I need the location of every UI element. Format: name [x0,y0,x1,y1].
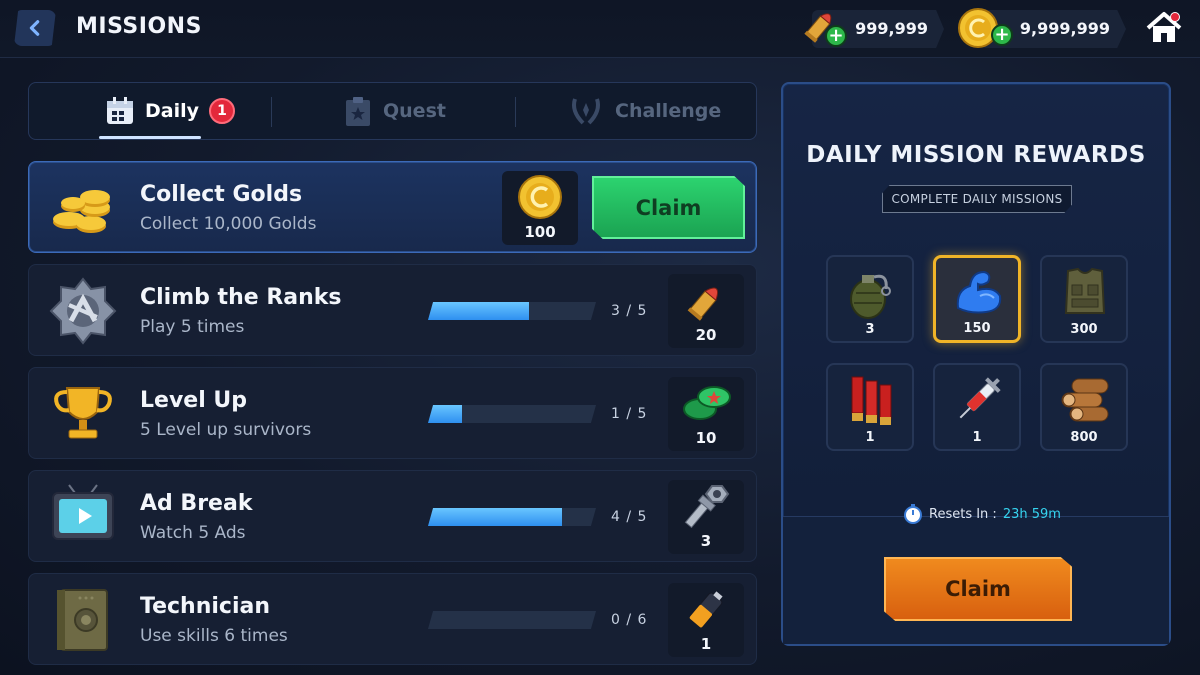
bullet-icon [687,287,719,321]
trophy-icon [54,387,112,439]
tv-icon [52,484,114,540]
muscle-arm-icon [956,270,1002,314]
reward-quantity: 800 [1070,430,1098,445]
reward-quantity: 3 [865,322,875,337]
mission-title: Ad Break [140,491,253,516]
tab-daily-badge: 1 [209,98,236,124]
panel-subtitle: COMPLETE DAILY MISSIONS [882,185,1072,213]
back-button[interactable] [14,10,56,46]
shotgun-shells-icon [851,376,892,425]
mission-reward: 3 [668,480,744,554]
add-ammo-button[interactable]: + [825,25,847,47]
rank-badge-icon [49,277,117,345]
reward-quantity: 1 [865,430,875,445]
reset-timer: Resets In : 23h 59m [903,504,1061,524]
mission-row-climb-ranks: Climb the Ranks Play 5 times 3 / 5 20 [28,264,757,356]
reward-quantity: 100 [524,223,556,241]
chevron-left-icon [29,20,40,36]
home-button[interactable] [1144,10,1184,46]
mission-description: 5 Level up survivors [140,420,312,440]
tab-daily-label: Daily [145,100,200,122]
mission-progress-bar [428,405,596,423]
armor-vest-icon [1064,267,1106,314]
claim-rewards-button[interactable]: Claim [884,557,1072,621]
tab-challenge-label: Challenge [615,100,722,122]
reward-item-grenade[interactable]: 3 [826,255,914,343]
panel-title: DAILY MISSION REWARDS [806,142,1146,168]
mission-progress-bar [428,508,596,526]
mission-title: Collect Golds [140,182,303,207]
laurel-icon [572,98,600,125]
ammo-amount: 999,999 [855,19,928,38]
mission-reward: 20 [668,274,744,348]
tab-quest-label: Quest [383,100,446,122]
quest-board-icon [346,97,370,126]
grenade-icon [850,274,891,319]
reset-time: 23h 59m [1002,506,1061,522]
add-gold-button[interactable]: + [991,24,1013,46]
mission-row-level-up: Level Up 5 Level up survivors 1 / 5 10 [28,367,757,459]
claim-mission-button[interactable]: Claim [592,176,745,239]
progress-text: 3 / 5 [611,303,648,319]
tab-divider [271,97,272,127]
progress-fill [428,405,462,423]
reward-quantity: 20 [695,326,717,344]
gold-amount: 9,999,999 [1019,19,1110,38]
notification-dot [1170,12,1180,22]
mission-row-collect-golds: Collect Golds Collect 10,000 Golds 100 C… [28,161,757,253]
tab-divider [515,97,516,127]
calendar-icon [107,97,133,124]
reward-item-wood[interactable]: 800 [1040,363,1128,451]
syringe-icon [959,377,1001,419]
progress-fill [428,302,529,320]
reward-item-syringe[interactable]: 1 [933,363,1021,451]
mission-title: Technician [140,594,271,619]
mission-row-ad-break: Ad Break Watch 5 Ads 4 / 5 3 [28,470,757,562]
reward-quantity: 150 [963,321,991,336]
top-bar: MISSIONS 999,999 + 9,999,999 + [0,0,1200,58]
tab-daily[interactable]: Daily 1 [105,83,236,139]
tab-quest[interactable]: Quest [343,83,446,139]
reward-item-shells[interactable]: 1 [826,363,914,451]
page-title: MISSIONS [76,14,202,39]
stopwatch-icon [904,504,922,524]
reward-item-armor[interactable]: 300 [1040,255,1128,343]
mission-progress-bar [428,302,596,320]
wood-logs-icon [1061,378,1109,422]
mission-reward: 10 [668,377,744,451]
mission-description: Use skills 6 times [140,626,288,646]
mission-description: Watch 5 Ads [140,523,246,543]
active-tab-indicator [99,136,201,139]
reward-quantity: 10 [695,429,717,447]
reset-label: Resets In : [929,506,997,522]
progress-fill [428,508,563,526]
mission-title: Climb the Ranks [140,285,342,310]
reward-quantity: 1 [700,635,712,653]
mission-row-technician: Technician Use skills 6 times 0 / 6 1 [28,573,757,665]
progress-text: 0 / 6 [611,612,648,628]
gold-coin-stack-icon [53,190,110,233]
mission-reward: 1 [668,583,744,657]
manual-book-icon [57,589,108,651]
tab-challenge[interactable]: Challenge [567,83,721,139]
battery-icon [689,591,723,628]
reward-item-strength[interactable]: 150 [933,255,1021,343]
gold-coin-icon [518,175,562,219]
bolt-nut-icon [684,485,730,529]
mission-reward: 100 [502,171,578,245]
progress-text: 1 / 5 [611,406,648,422]
bottle-cap-icon [683,386,731,420]
reward-quantity: 3 [700,532,712,550]
daily-rewards-panel: DAILY MISSION REWARDS COMPLETE DAILY MIS… [781,82,1171,646]
mission-progress-bar [428,611,596,629]
progress-text: 4 / 5 [611,509,648,525]
mission-title: Level Up [140,388,248,413]
reward-quantity: 300 [1070,322,1098,337]
reward-quantity: 1 [972,430,982,445]
mission-tabs: Daily 1 Quest Challenge [28,82,757,140]
mission-description: Play 5 times [140,317,245,337]
mission-description: Collect 10,000 Golds [140,214,317,234]
